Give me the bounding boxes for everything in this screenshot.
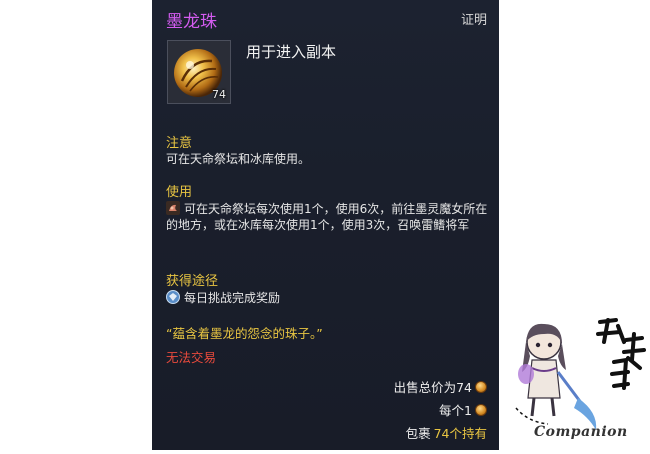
item-description: 用于进入副本 [246, 43, 337, 61]
use-text-block: 可在天命祭坛每次使用1个，使用6次，前往墨灵魔女所在的地方，或在冰库每次使用1个… [166, 201, 491, 233]
notice-text: 可在天命祭坛和冰库使用。 [166, 152, 311, 166]
flavor-text: “蕴含着墨龙的怨念的珠子。” [166, 326, 323, 341]
obtain-title: 获得途径 [166, 274, 219, 289]
watermark-text: Companion [534, 424, 628, 440]
item-category: 证明 [460, 13, 487, 28]
item-stack-count: 74 [212, 88, 226, 101]
coin-icon [475, 403, 487, 416]
sell-each-label: 每个1 [439, 403, 472, 418]
sell-total-label: 出售总价为74 [393, 380, 472, 395]
item-tooltip: 墨龙珠 证明 74 用于进入副本 注意 可在天命祭坛和冰库使用。 使用 可在天命… [152, 0, 499, 450]
inventory-count: 74个持有 [433, 426, 487, 441]
trade-status: 无法交易 [166, 350, 217, 365]
item-name: 墨龙珠 [166, 12, 217, 32]
obtain-text-block: 每日挑战完成奖励 [166, 290, 491, 306]
inventory-row: 包裹 74个持有 [406, 423, 487, 442]
dragon-orb-icon: 74 [167, 40, 231, 104]
notice-title: 注意 [166, 136, 193, 151]
coin-icon [475, 380, 487, 393]
use-text: 可在天命祭坛每次使用1个，使用6次，前往墨灵魔女所在的地方，或在冰库每次使用1个… [166, 202, 488, 232]
sell-each-row: 每个1 [439, 400, 487, 419]
obtain-text: 每日挑战完成奖励 [184, 291, 281, 305]
inventory-prefix: 包裹 [405, 426, 431, 441]
daily-challenge-icon [166, 290, 180, 304]
sell-total-row: 出售总价为74 [394, 377, 487, 396]
ingredient-icon [166, 201, 180, 215]
use-title: 使用 [166, 185, 193, 200]
